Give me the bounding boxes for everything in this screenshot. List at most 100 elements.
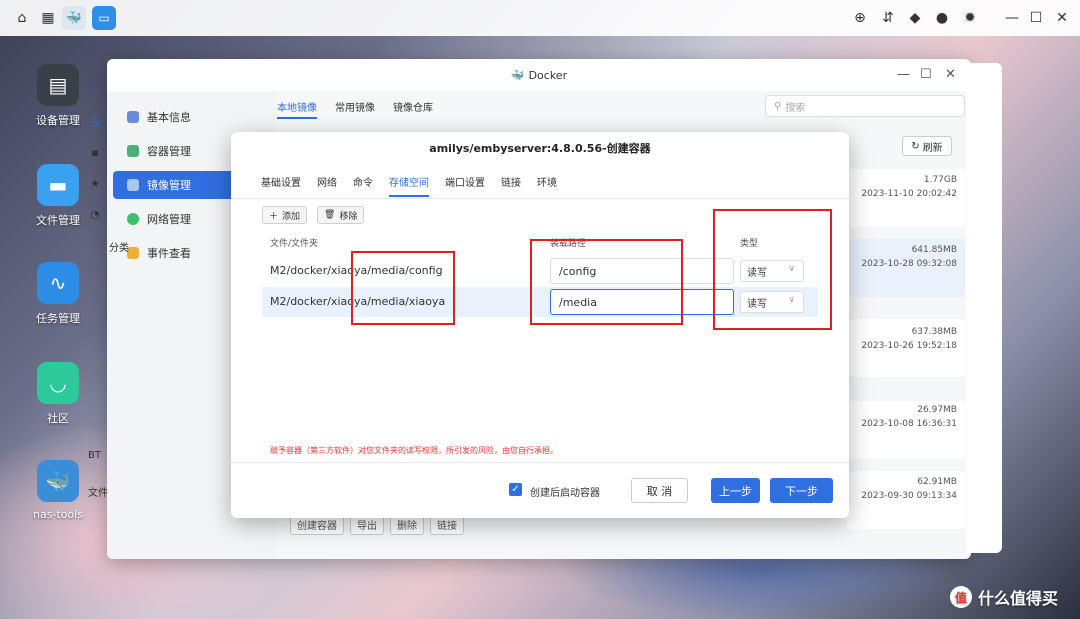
trash-icon: 🗑	[324, 210, 336, 220]
image-date: 2023-11-10 20:02:42	[861, 189, 957, 199]
docker-window-title: 🐳 Docker	[107, 59, 971, 91]
desktop-label: 社区	[47, 412, 69, 425]
image-size: 641.85MB	[911, 245, 957, 255]
globe-icon	[127, 213, 139, 225]
smile-icon: ◡	[37, 362, 79, 404]
remove-label: 移除	[339, 211, 358, 222]
image-card-info: 1.77GB 2023-11-10 20:02:42	[847, 175, 957, 199]
image-date: 2023-10-08 16:36:31	[861, 419, 957, 429]
container-icon	[127, 145, 139, 157]
image-card-info: 26.97MB 2023-10-08 16:36:31	[847, 405, 957, 429]
tab-common-images[interactable]: 常用镜像	[335, 99, 375, 114]
desktop-label: 文件管理	[36, 214, 80, 227]
image-date: 2023-10-26 19:52:18	[861, 341, 957, 351]
desktop-label: 设备管理	[36, 114, 80, 127]
home-icon[interactable]: ⌂	[12, 8, 32, 28]
network-icon[interactable]: ⇵	[878, 8, 898, 28]
user-icon[interactable]: ●	[932, 8, 952, 28]
close-icon[interactable]: ✕	[945, 67, 956, 82]
apps-grid-icon[interactable]: ▦	[38, 8, 58, 28]
autostart-label: 创建后启动容器	[530, 488, 600, 499]
sidebar-label: 网络管理	[147, 213, 191, 226]
refresh-label: 刷新	[922, 142, 943, 154]
tab-network[interactable]: 网络	[317, 174, 337, 197]
image-date: 2023-10-28 09:32:08	[861, 259, 957, 269]
bell-icon[interactable]: ◆	[905, 8, 925, 28]
column-header-folder: 文件/文件夹	[270, 239, 319, 249]
settings-icon[interactable]: ✹	[960, 8, 980, 28]
nas-device-icon: ▤	[37, 64, 79, 106]
tab-ports[interactable]: 端口设置	[445, 174, 485, 197]
autostart-checkbox[interactable]: ✓	[509, 483, 522, 496]
dialog-title: amilys/embyserver:4.8.0.56-创建容器	[429, 142, 651, 155]
background-window	[966, 63, 1002, 553]
sidebar-label: 镜像管理	[147, 179, 191, 192]
docker-logo-icon: 🐳	[510, 68, 525, 82]
chart-icon: ∿	[37, 262, 79, 304]
minimize-icon[interactable]: —	[897, 67, 910, 82]
annotation-box	[351, 251, 455, 325]
search-input[interactable]: ⚲ 搜索	[765, 95, 965, 117]
dialog-tabs: 基础设置 网络 命令 存储空间 端口设置 链接 环境	[261, 174, 573, 197]
risk-warning: 赋予容器（第三方软件）对您文件夹的读写权限，所引发的风险，由您自行承担。	[270, 446, 558, 455]
desktop-item-device[interactable]: ▤ 设备管理	[30, 64, 86, 128]
sidebar-label: 基本信息	[147, 111, 191, 124]
tab-env[interactable]: 环境	[537, 174, 557, 197]
desktop-item-tasks[interactable]: ∿ 任务管理	[30, 262, 86, 326]
pie-icon[interactable]: ◔	[88, 207, 102, 221]
watermark: 值 什么值得买	[950, 585, 1058, 609]
rail-label: 文件	[88, 488, 108, 499]
desktop-item-files[interactable]: ▬ 文件管理	[30, 164, 86, 228]
plus-icon: ＋	[269, 211, 279, 222]
maximize-icon[interactable]: ☐	[920, 67, 932, 82]
tab-command[interactable]: 命令	[353, 174, 373, 197]
docker-whale-icon: 🐳	[37, 460, 79, 502]
next-step-button[interactable]: 下一步	[770, 478, 833, 503]
desktop-label: 任务管理	[36, 312, 80, 325]
divider	[231, 198, 849, 199]
window-title: Docker	[528, 68, 568, 82]
watermark-text: 什么值得买	[978, 589, 1059, 608]
maximize-icon[interactable]: ☐	[1026, 8, 1046, 28]
folder-icon: ▬	[37, 164, 79, 206]
annotation-box	[530, 239, 683, 325]
search-placeholder: 搜索	[785, 102, 806, 114]
close-icon[interactable]: ✕	[1052, 8, 1072, 28]
image-size: 1.77GB	[923, 175, 957, 185]
refresh-button[interactable]: ↻ 刷新	[902, 136, 952, 156]
top-bar: ⌂ ▦ 🐳 ▭ ⊕ ⇵ ◆ ● ✹ — ☐ ✕	[0, 0, 1080, 36]
tab-links[interactable]: 链接	[501, 174, 521, 197]
info-icon	[127, 111, 139, 123]
list-icon[interactable]: ☰	[88, 115, 102, 129]
desktop-item-nastools[interactable]: 🐳 nas-tools	[30, 460, 86, 521]
window-taskbar-icon[interactable]: ▭	[92, 6, 116, 30]
tab-image-registry[interactable]: 镜像仓库	[393, 99, 433, 114]
star-icon[interactable]: ★	[88, 176, 102, 190]
file-icon[interactable]: ▪	[88, 145, 102, 159]
tab-basic[interactable]: 基础设置	[261, 174, 301, 197]
image-card-info: 637.38MB 2023-10-26 19:52:18	[847, 327, 957, 351]
rail-label: 分类	[109, 243, 129, 254]
image-size: 637.38MB	[911, 327, 957, 337]
previous-step-button[interactable]: 上一步	[711, 478, 760, 503]
sidebar-item-basic-info[interactable]: 基本信息	[113, 103, 273, 131]
docker-taskbar-icon[interactable]: 🐳	[62, 6, 86, 30]
desktop-item-community[interactable]: ◡ 社区	[30, 362, 86, 426]
image-card-info: 641.85MB 2023-10-28 09:32:08	[847, 245, 957, 269]
tab-storage[interactable]: 存储空间	[389, 174, 429, 197]
minimize-icon[interactable]: —	[1002, 8, 1022, 28]
image-size: 26.97MB	[917, 405, 957, 415]
remove-button[interactable]: 🗑 移除	[317, 206, 365, 224]
add-label: 添加	[282, 211, 301, 222]
image-date: 2023-09-30 09:13:34	[861, 491, 957, 501]
divider	[231, 462, 849, 463]
tab-local-images[interactable]: 本地镜像	[277, 99, 317, 119]
search-icon: ⚲	[774, 100, 782, 112]
cancel-button[interactable]: 取 消	[631, 478, 688, 503]
globe-icon[interactable]: ⊕	[850, 8, 870, 28]
add-button[interactable]: ＋ 添加	[262, 206, 308, 224]
refresh-icon: ↻	[911, 140, 920, 152]
desktop-label: nas-tools	[33, 508, 83, 521]
image-size: 62.91MB	[917, 477, 957, 487]
annotation-box	[713, 209, 832, 330]
